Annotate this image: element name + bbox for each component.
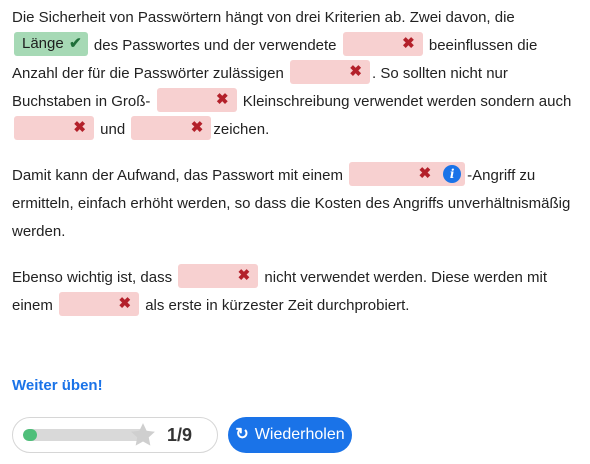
wrong-icon: ✖ — [237, 267, 251, 285]
text: Kleinschreibung verwendet werden sondern… — [242, 93, 572, 110]
text: und — [100, 121, 126, 138]
gap-wrong[interactable]: ✖ — [178, 264, 259, 289]
wrong-icon: ✖ — [118, 295, 132, 313]
wrong-icon: ✖ — [190, 119, 204, 137]
gap-wrong[interactable]: ✖ — [289, 60, 370, 85]
cloze-exercise: Die Sicherheit von Passwörtern hängt von… — [12, 0, 584, 320]
gap-wrong[interactable]: ✖ — [59, 292, 140, 317]
check-icon: ✔ — [69, 35, 82, 53]
wrong-icon: ✖ — [349, 63, 362, 81]
gap-wrong[interactable]: ✖ — [156, 88, 237, 113]
refresh-icon: ↻ — [235, 426, 249, 443]
gap-wrong[interactable]: ✖ — [342, 32, 423, 57]
progress-indicator: 1/9 — [12, 417, 218, 453]
text: zeichen. — [213, 121, 270, 138]
text: des Passwortes und der verwendete — [93, 37, 337, 54]
retry-label: Wiederholen — [254, 426, 345, 443]
score-label: 1/9 — [167, 425, 193, 445]
text: Die Sicherheit von Passwörtern hängt von… — [12, 9, 515, 26]
more-practice-link[interactable]: Weiter üben! — [12, 377, 103, 394]
gap-wrong[interactable]: ✖ — [131, 116, 212, 141]
gap-correct-laenge[interactable]: Länge ✔ — [14, 32, 88, 57]
text: als erste in kürzester Zeit durchprobier… — [145, 297, 410, 314]
wrong-icon: ✖ — [418, 165, 432, 183]
wrong-icon: ✖ — [73, 119, 86, 137]
text: Damit kann der Aufwand, das Passwort mit… — [12, 167, 343, 184]
paragraph-1: Die Sicherheit von Passwörtern hängt von… — [12, 4, 584, 144]
gap-wrong[interactable]: ✖ — [14, 116, 94, 141]
info-icon[interactable]: i — [443, 165, 462, 184]
paragraph-3: Ebenso wichtig ist, dass ✖ nicht verwend… — [12, 264, 584, 320]
wrong-icon: ✖ — [402, 35, 415, 53]
retry-button[interactable]: ↻ Wiederholen — [228, 417, 352, 453]
gap-answer: Länge — [22, 35, 64, 53]
progress-fill — [23, 429, 37, 441]
text: Ebenso wichtig ist, dass — [12, 269, 173, 286]
wrong-icon: ✖ — [216, 91, 229, 109]
star-icon — [131, 423, 155, 446]
paragraph-2: Damit kann der Aufwand, das Passwort mit… — [12, 162, 584, 246]
gap-wrong[interactable]: ✖ i — [349, 162, 466, 187]
